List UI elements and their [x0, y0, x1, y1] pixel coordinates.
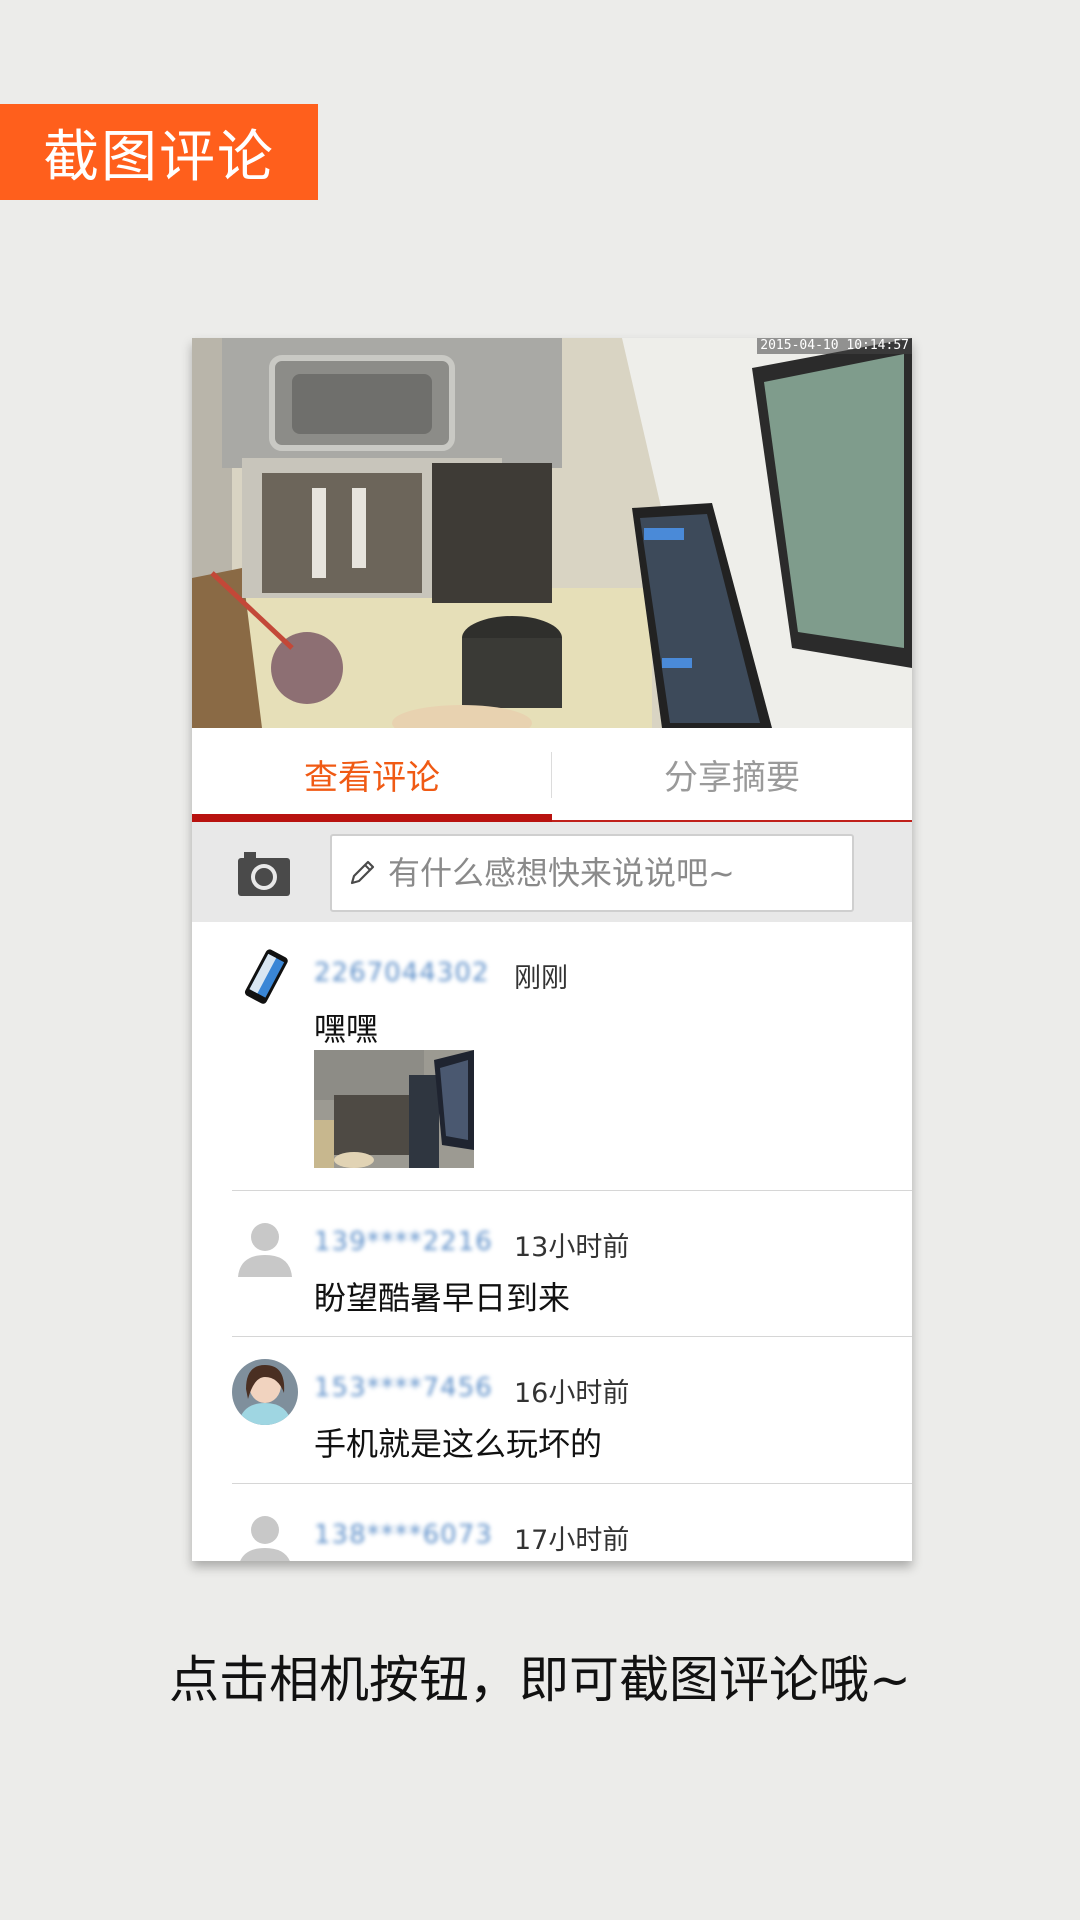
comment-time: 16小时前 [514, 1378, 630, 1409]
pencil-icon [350, 860, 375, 885]
comment-username[interactable]: 2267044302 [314, 958, 489, 988]
comment-username[interactable]: 139****2216 [314, 1227, 493, 1257]
comment-list: 2267044302 刚刚 嘿嘿 139****2216 13小时前 盼望酷暑早… [192, 922, 912, 1561]
comment-time: 13小时前 [514, 1232, 630, 1263]
avatar[interactable] [232, 944, 298, 1010]
video-timestamp: 2015-04-10 10:14:57 [757, 338, 912, 354]
comment-item: 153****7456 16小时前 手机就是这么玩坏的 [232, 1337, 912, 1484]
tab-bar: 查看评论 分享摘要 [192, 728, 912, 822]
camera-video[interactable]: 2015-04-10 10:14:57 [192, 338, 912, 728]
comment-text: 盼望酷暑早日到来 [314, 1279, 571, 1317]
comment-username[interactable]: 153****7456 [314, 1373, 493, 1403]
camera-button[interactable] [236, 848, 292, 898]
comment-username[interactable]: 138****6073 [314, 1520, 493, 1550]
banner-title: 截图评论 [43, 124, 275, 190]
phone-screen: 2015-04-10 10:14:57 查看评论 分享摘要 有什么感想快来说说吧… [192, 338, 912, 1561]
comment-item: 138****6073 17小时前 [232, 1484, 912, 1561]
tab-view-comments[interactable]: 查看评论 [192, 728, 552, 822]
default-avatar-icon[interactable] [232, 1506, 298, 1561]
comment-item: 139****2216 13小时前 盼望酷暑早日到来 [232, 1191, 912, 1337]
video-frame-image [192, 338, 912, 728]
comment-input-box[interactable] [330, 834, 854, 912]
comment-input[interactable] [386, 853, 852, 893]
avatar[interactable] [232, 1359, 298, 1425]
title-banner: 截图评论 [0, 104, 318, 200]
comment-text: 嘿嘿 [314, 1010, 379, 1048]
thumbnail-image [314, 1050, 474, 1168]
comment-time: 17小时前 [514, 1525, 630, 1556]
comment-screenshot-thumbnail[interactable] [314, 1050, 474, 1168]
comment-text: 手机就是这么玩坏的 [314, 1425, 603, 1463]
instruction-caption: 点击相机按钮，即可截图评论哦~ [169, 1651, 911, 1709]
default-avatar-icon[interactable] [232, 1213, 298, 1279]
tab-share-summary[interactable]: 分享摘要 [552, 728, 912, 820]
camera-icon [238, 852, 290, 896]
comment-item: 2267044302 刚刚 嘿嘿 [232, 922, 912, 1191]
comment-time: 刚刚 [514, 963, 568, 994]
comment-input-bar [192, 822, 912, 922]
